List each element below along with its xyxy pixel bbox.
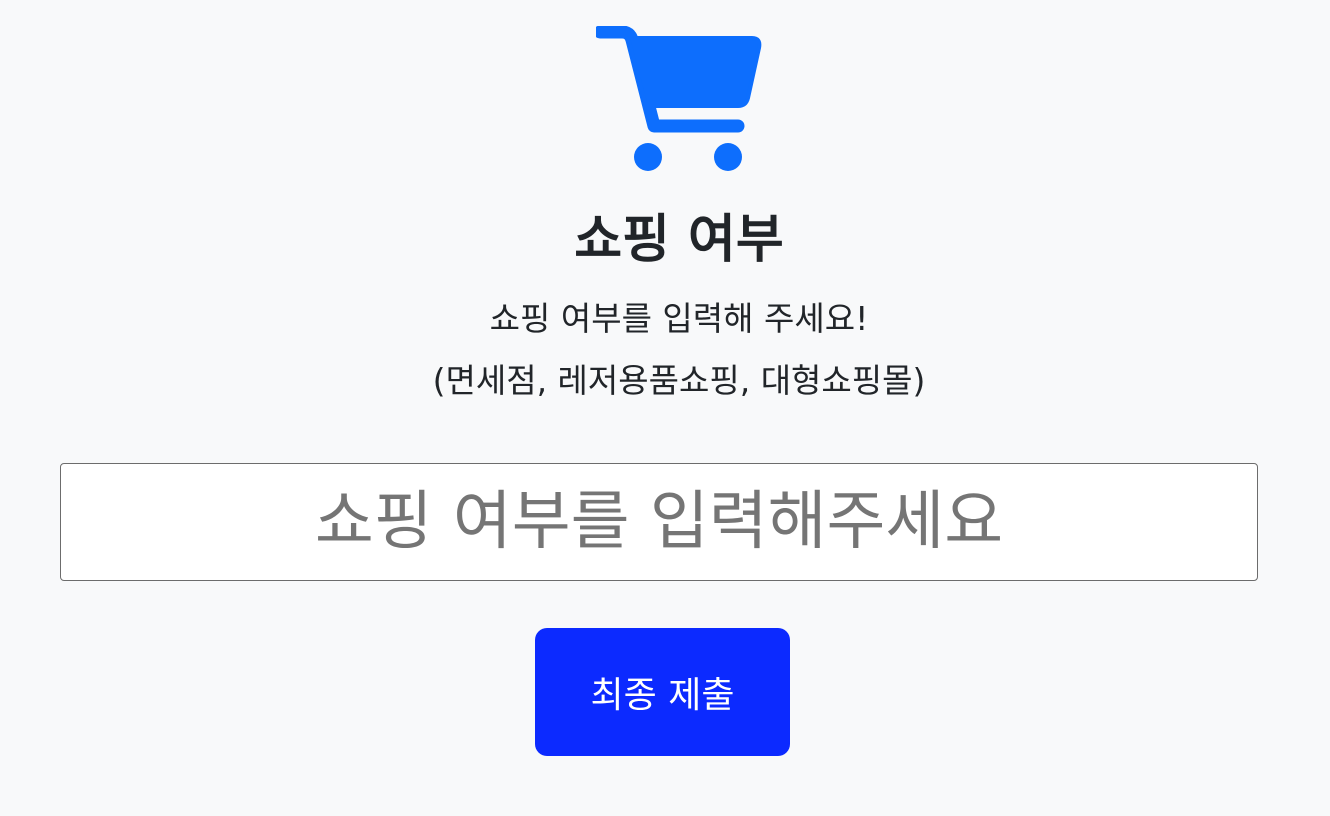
shopping-input[interactable] — [60, 463, 1258, 581]
final-submit-button[interactable]: 최종 제출 — [535, 628, 790, 756]
example-options-text: (면세점, 레저용품쇼핑, 대형쇼핑몰) — [432, 361, 926, 400]
instruction-text: 쇼핑 여부를 입력해 주세요! — [489, 299, 869, 338]
page-title: 쇼핑 여부 — [574, 210, 784, 270]
shopping-survey-page: 쇼핑 여부 쇼핑 여부를 입력해 주세요! (면세점, 레저용품쇼핑, 대형쇼핑… — [0, 0, 1330, 816]
shopping-cart-icon — [596, 26, 762, 171]
